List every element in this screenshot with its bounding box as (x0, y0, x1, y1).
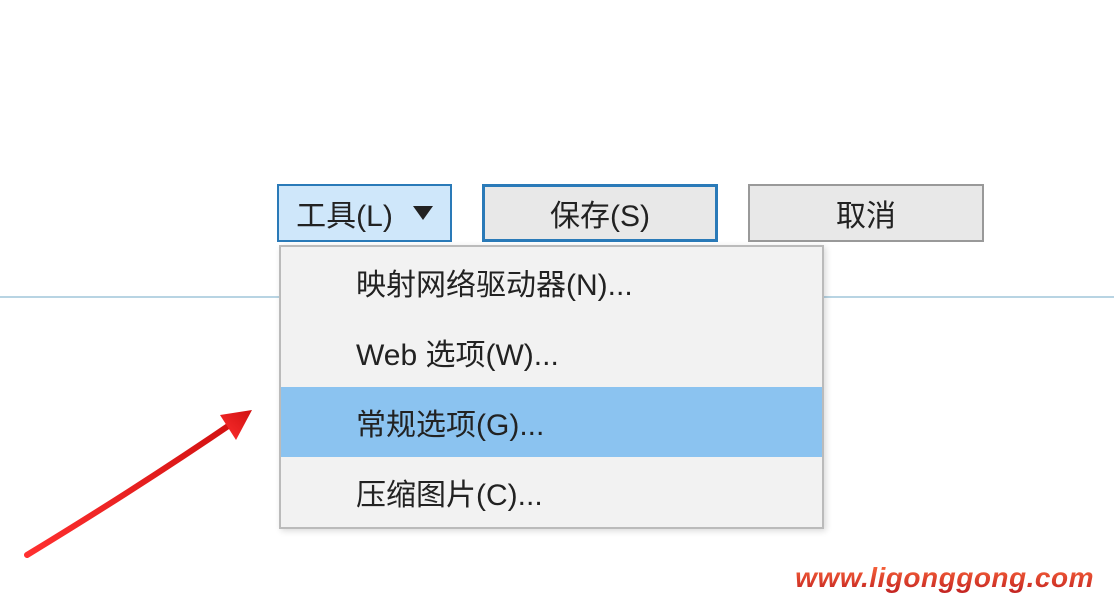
tools-label: 工具(L) (296, 191, 393, 235)
menu-item-label: 映射网络驱动器(N)... (356, 260, 633, 304)
tools-dropdown-button[interactable]: 工具(L) (277, 184, 452, 242)
save-label: 保存(S) (550, 191, 650, 235)
menu-item-label: Web 选项(W)... (356, 330, 559, 374)
menu-item-general-options[interactable]: 常规选项(G)... (281, 387, 822, 457)
red-arrow-annotation (22, 385, 282, 565)
tools-dropdown-menu: 映射网络驱动器(N)... Web 选项(W)... 常规选项(G)... 压缩… (279, 245, 824, 529)
menu-item-web-options[interactable]: Web 选项(W)... (281, 317, 822, 387)
chevron-down-icon (413, 206, 433, 220)
menu-item-label: 常规选项(G)... (356, 400, 544, 444)
menu-item-label: 压缩图片(C)... (356, 470, 543, 514)
cancel-button[interactable]: 取消 (748, 184, 984, 242)
save-button[interactable]: 保存(S) (482, 184, 718, 242)
menu-item-compress-pictures[interactable]: 压缩图片(C)... (281, 457, 822, 527)
dialog-toolbar: 工具(L) 保存(S) 取消 (277, 184, 984, 242)
menu-item-map-network-drive[interactable]: 映射网络驱动器(N)... (281, 247, 822, 317)
cancel-label: 取消 (836, 191, 896, 235)
watermark-text: www.ligonggong.com (795, 562, 1094, 594)
